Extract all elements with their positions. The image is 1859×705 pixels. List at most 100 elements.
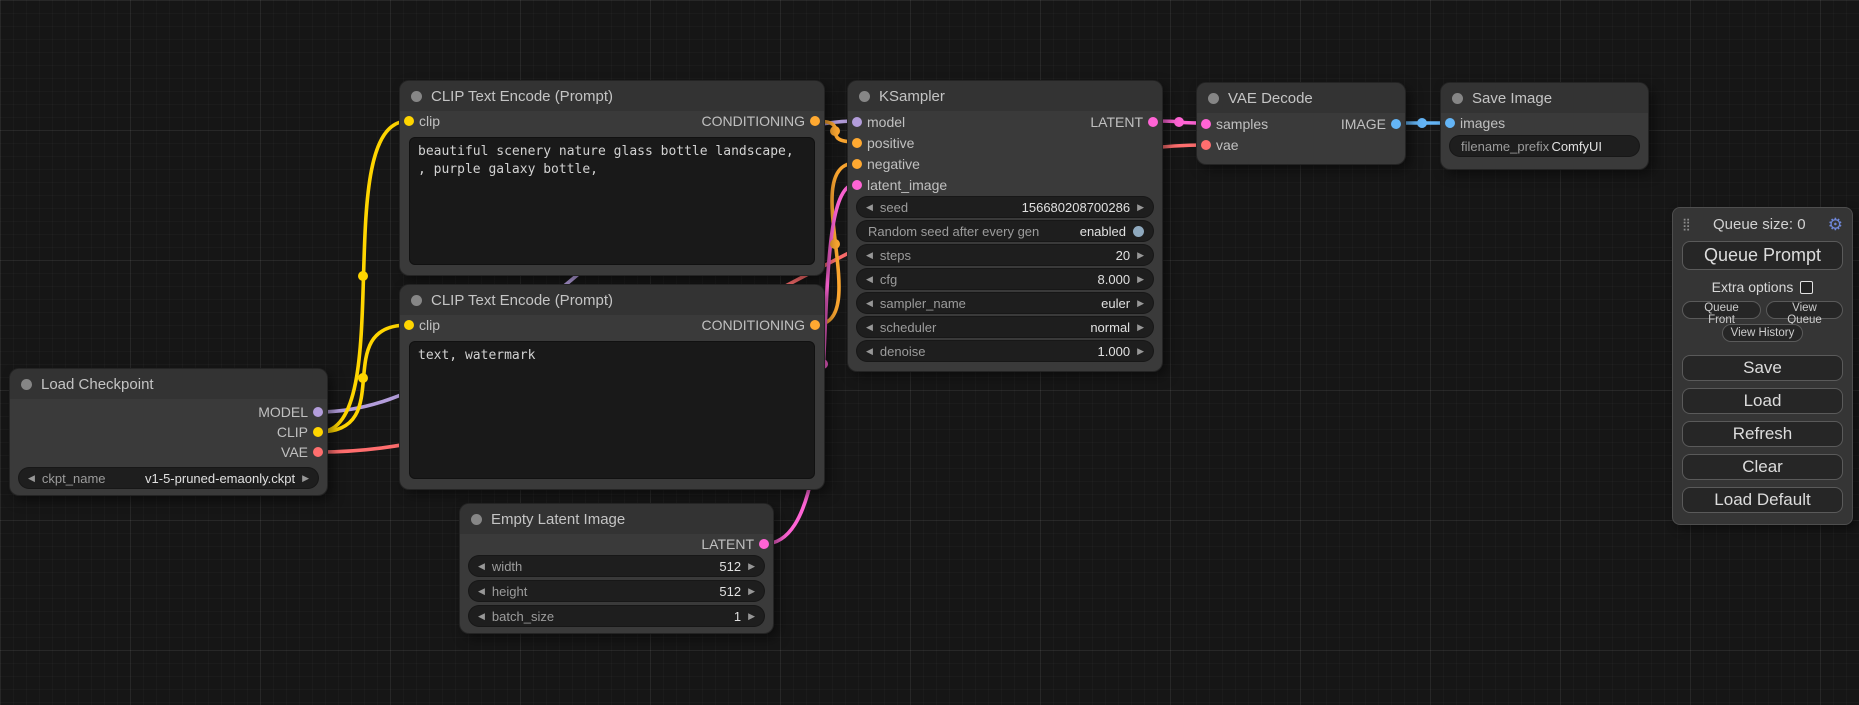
node-title-bar[interactable]: CLIP Text Encode (Prompt) [400,285,824,315]
collapse-dot-icon[interactable] [1208,93,1219,104]
increment-arrow-icon[interactable]: ▶ [1137,323,1144,332]
decrement-arrow-icon[interactable]: ◀ [28,474,35,483]
node-title: Empty Latent Image [491,511,625,528]
collapse-dot-icon[interactable] [1452,93,1463,104]
model-port-icon[interactable] [852,117,862,127]
clip-port-icon[interactable] [313,427,323,437]
node-graph-canvas[interactable]: Load Checkpoint MODEL CLIP VAE ◀ ckpt_na… [0,0,1859,705]
vae-port-icon[interactable] [1201,140,1211,150]
latent-port-icon[interactable] [1148,117,1158,127]
node-title-bar[interactable]: KSampler [848,81,1162,111]
decrement-arrow-icon[interactable]: ◀ [866,299,873,308]
increment-arrow-icon[interactable]: ▶ [748,612,755,621]
vae-port-icon[interactable] [313,447,323,457]
image-port-icon[interactable] [1391,119,1401,129]
queue-prompt-button[interactable]: Queue Prompt [1682,241,1843,270]
node-title-bar[interactable]: VAE Decode [1197,83,1405,113]
collapse-dot-icon[interactable] [471,514,482,525]
save-button[interactable]: Save [1682,355,1843,381]
view-history-button[interactable]: View History [1722,324,1804,342]
widget-cfg[interactable]: ◀ cfg 8.000 ▶ [857,269,1153,289]
node-title-bar[interactable]: Load Checkpoint [10,369,327,399]
output-slot-latent[interactable]: LATENT [460,534,773,554]
decrement-arrow-icon[interactable]: ◀ [866,275,873,284]
wire-latent2-midpoint-dot [1174,117,1184,127]
settings-gear-icon[interactable]: ⚙ [1828,216,1843,233]
decrement-arrow-icon[interactable]: ◀ [478,612,485,621]
conditioning-port-icon[interactable] [852,159,862,169]
node-title-bar[interactable]: Empty Latent Image [460,504,773,534]
increment-arrow-icon[interactable]: ▶ [302,474,309,483]
conditioning-port-icon[interactable] [852,138,862,148]
prompt-textarea[interactable]: beautiful scenery nature glass bottle la… [409,137,815,265]
widget-ckpt-name[interactable]: ◀ ckpt_name v1-5-pruned-emaonly.ckpt ▶ [19,468,318,488]
collapse-dot-icon[interactable] [411,295,422,306]
collapse-dot-icon[interactable] [411,91,422,102]
output-slot-vae[interactable]: VAE [10,442,327,462]
increment-arrow-icon[interactable]: ▶ [1137,251,1144,260]
latent-port-icon[interactable] [852,180,862,190]
node-title-bar[interactable]: CLIP Text Encode (Prompt) [400,81,824,111]
clear-button[interactable]: Clear [1682,454,1843,480]
queue-front-button[interactable]: Queue Front [1682,301,1761,319]
clip-port-icon[interactable] [404,116,414,126]
widget-denoise[interactable]: ◀ denoise 1.000 ▶ [857,341,1153,361]
wire-clip2-midpoint-dot [358,373,368,383]
output-slot-model[interactable]: MODEL [10,402,327,422]
decrement-arrow-icon[interactable]: ◀ [866,323,873,332]
refresh-button[interactable]: Refresh [1682,421,1843,447]
input-slot-positive[interactable]: positive [848,132,1162,153]
input-slot-images[interactable]: images [1441,113,1648,133]
load-button[interactable]: Load [1682,388,1843,414]
input-slot-latent-image[interactable]: latent_image [848,174,1162,195]
slot-label: samples [1216,116,1268,132]
decrement-arrow-icon[interactable]: ◀ [478,587,485,596]
collapse-dot-icon[interactable] [21,379,32,390]
latent-port-icon[interactable] [759,539,769,549]
decrement-arrow-icon[interactable]: ◀ [866,251,873,260]
node-clip-text-encode-negative[interactable]: CLIP Text Encode (Prompt) clip CONDITION… [400,285,824,489]
increment-arrow-icon[interactable]: ▶ [1137,347,1144,356]
clip-port-icon[interactable] [404,320,414,330]
input-slot-vae[interactable]: vae [1197,134,1405,155]
collapse-dot-icon[interactable] [859,91,870,102]
widget-scheduler[interactable]: ◀ scheduler normal ▶ [857,317,1153,337]
view-queue-button[interactable]: View Queue [1766,301,1843,319]
load-default-button[interactable]: Load Default [1682,487,1843,513]
decrement-arrow-icon[interactable]: ◀ [866,347,873,356]
widget-height[interactable]: ◀ height 512 ▶ [469,581,764,601]
widget-batch-size[interactable]: ◀ batch_size 1 ▶ [469,606,764,626]
conditioning-port-icon[interactable] [810,116,820,126]
widget-width[interactable]: ◀ width 512 ▶ [469,556,764,576]
output-slot-clip[interactable]: CLIP [10,422,327,442]
extra-options-checkbox[interactable] [1800,281,1813,294]
increment-arrow-icon[interactable]: ▶ [748,587,755,596]
widget-seed[interactable]: ◀ seed 156680208700286 ▶ [857,197,1153,217]
widget-filename-prefix[interactable]: filename_prefix ComfyUI [1450,136,1639,156]
widget-value: v1-5-pruned-emaonly.ckpt [145,471,295,486]
widget-sampler-name[interactable]: ◀ sampler_name euler ▶ [857,293,1153,313]
image-port-icon[interactable] [1445,118,1455,128]
widget-random-seed-toggle[interactable]: Random seed after every gen enabled [857,221,1153,241]
latent-port-icon[interactable] [1201,119,1211,129]
node-load-checkpoint[interactable]: Load Checkpoint MODEL CLIP VAE ◀ ckpt_na… [10,369,327,495]
node-vae-decode[interactable]: VAE Decode samples IMAGE vae [1197,83,1405,164]
prompt-textarea[interactable]: text, watermark [409,341,815,479]
node-clip-text-encode-positive[interactable]: CLIP Text Encode (Prompt) clip CONDITION… [400,81,824,275]
node-empty-latent-image[interactable]: Empty Latent Image LATENT ◀ width 512 ▶ … [460,504,773,633]
conditioning-port-icon[interactable] [810,320,820,330]
increment-arrow-icon[interactable]: ▶ [1137,299,1144,308]
widget-steps[interactable]: ◀ steps 20 ▶ [857,245,1153,265]
node-save-image[interactable]: Save Image images filename_prefix ComfyU… [1441,83,1648,169]
increment-arrow-icon[interactable]: ▶ [1137,203,1144,212]
drag-handle-icon[interactable]: ⣿ [1682,217,1691,231]
model-port-icon[interactable] [313,407,323,417]
decrement-arrow-icon[interactable]: ◀ [478,562,485,571]
node-title-bar[interactable]: Save Image [1441,83,1648,113]
toggle-knob-icon[interactable] [1133,226,1144,237]
increment-arrow-icon[interactable]: ▶ [1137,275,1144,284]
input-slot-negative[interactable]: negative [848,153,1162,174]
decrement-arrow-icon[interactable]: ◀ [866,203,873,212]
increment-arrow-icon[interactable]: ▶ [748,562,755,571]
node-ksampler[interactable]: KSampler model LATENT positive negative … [848,81,1162,371]
